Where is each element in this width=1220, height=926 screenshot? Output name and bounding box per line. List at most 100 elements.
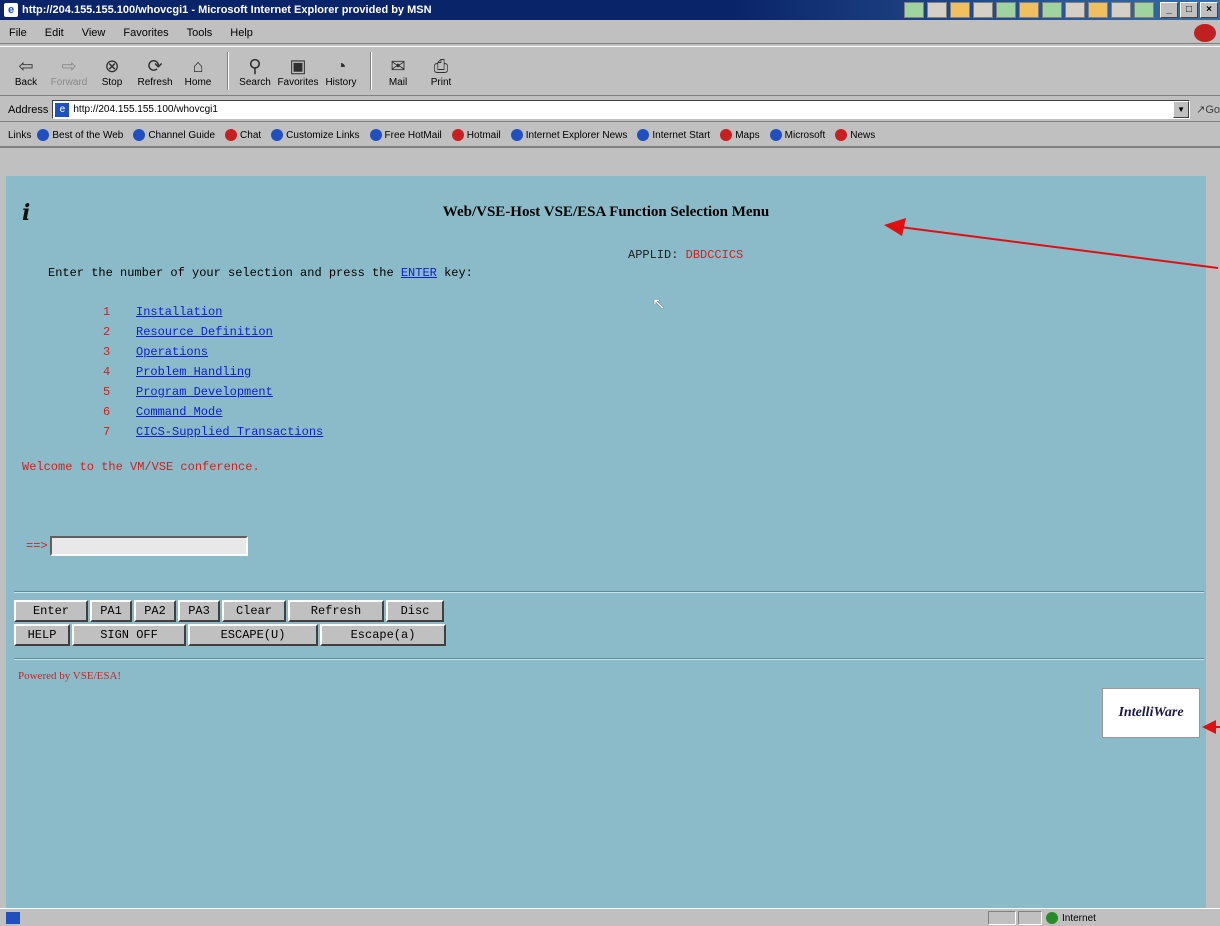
print-button[interactable]: ⎙ Print <box>421 49 461 93</box>
instruction-prefix: Enter the number of your selection and p… <box>48 266 394 280</box>
applid: APPLID: DBDCCICS <box>628 248 743 262</box>
link-channel-guide[interactable]: Channel Guide <box>133 129 215 141</box>
option-link-installation[interactable]: Installation <box>136 302 222 322</box>
maximize-icon[interactable]: □ <box>1180 2 1198 18</box>
menu-help[interactable]: Help <box>221 27 262 39</box>
chevron-down-icon[interactable]: ▼ <box>1173 101 1190 118</box>
taskbar-tray-icons <box>904 2 1154 18</box>
address-url[interactable]: http://204.155.155.100/whovcgi1 <box>73 104 218 115</box>
escape-lower-button[interactable]: Escape(a) <box>320 624 446 646</box>
history-button[interactable]: ◔ History <box>321 49 361 93</box>
menu-file[interactable]: File <box>0 27 36 39</box>
tray-icon[interactable] <box>1088 2 1108 18</box>
option-link-operations[interactable]: Operations <box>136 342 208 362</box>
favorites-button[interactable]: ▣ Favorites <box>277 49 319 93</box>
tray-icon[interactable] <box>1019 2 1039 18</box>
link-hotmail[interactable]: Hotmail <box>451 129 501 141</box>
tray-icon[interactable] <box>996 2 1016 18</box>
go-button[interactable]: ↗Go <box>1196 103 1220 116</box>
refresh-button[interactable]: ⟳ Refresh <box>135 49 175 93</box>
help-button[interactable]: HELP <box>14 624 70 646</box>
address-field[interactable]: e http://204.155.155.100/whovcgi1 ▼ <box>52 100 1191 119</box>
option-link-program-development[interactable]: Program Development <box>136 382 273 402</box>
menu-option: 3 Operations <box>103 342 323 362</box>
option-link-command-mode[interactable]: Command Mode <box>136 402 222 422</box>
link-news[interactable]: News <box>835 129 875 141</box>
forward-label: Forward <box>50 76 88 88</box>
link-best-of-the-web[interactable]: Best of the Web <box>37 129 123 141</box>
links-bar: Links Best of the Web Channel Guide Chat… <box>0 124 1220 148</box>
option-number: 2 <box>103 325 111 339</box>
clear-button[interactable]: Clear <box>222 600 286 622</box>
menu-bar: File Edit View Favorites Tools Help <box>0 22 1220 44</box>
tray-icon[interactable] <box>1111 2 1131 18</box>
msn-icon <box>835 129 848 141</box>
tray-icon[interactable] <box>973 2 993 18</box>
home-icon: ⌂ <box>192 55 204 76</box>
favorites-icon: ▣ <box>289 55 307 76</box>
mail-button[interactable]: ✉ Mail <box>378 49 418 93</box>
powered-by-text: Powered by VSE/ESA! <box>18 670 122 682</box>
ie-logo-icon: e <box>4 3 18 17</box>
menu-favorites[interactable]: Favorites <box>114 27 177 39</box>
refresh-page-button[interactable]: Refresh <box>288 600 384 622</box>
divider <box>14 591 1204 593</box>
link-maps[interactable]: Maps <box>720 129 760 141</box>
sign-off-button[interactable]: SIGN OFF <box>72 624 186 646</box>
ie-page-icon <box>6 911 20 924</box>
close-icon[interactable]: × <box>1200 2 1218 18</box>
link-ie-news[interactable]: Internet Explorer News <box>510 129 628 141</box>
history-icon: ◔ <box>335 55 347 76</box>
mail-icon: ✉ <box>390 55 406 76</box>
tray-icon[interactable] <box>950 2 970 18</box>
address-bar: Address e http://204.155.155.100/whovcgi… <box>0 98 1220 122</box>
minimize-icon[interactable]: _ <box>1160 2 1178 18</box>
menu-view[interactable]: View <box>73 27 115 39</box>
link-chat[interactable]: Chat <box>225 129 261 141</box>
option-link-problem-handling[interactable]: Problem Handling <box>136 362 251 382</box>
menu-edit[interactable]: Edit <box>36 27 73 39</box>
link-label: Internet Explorer News <box>525 129 628 141</box>
option-link-cics-transactions[interactable]: CICS-Supplied Transactions <box>136 422 323 442</box>
link-internet-start[interactable]: Internet Start <box>637 129 710 141</box>
ie-page-icon <box>271 129 284 141</box>
link-customize-links[interactable]: Customize Links <box>271 129 360 141</box>
tray-icon[interactable] <box>1065 2 1085 18</box>
tray-icon[interactable] <box>927 2 947 18</box>
status-pane <box>1018 911 1042 925</box>
page-title: Web/VSE-Host VSE/ESA Function Selection … <box>442 204 770 220</box>
tray-icon[interactable] <box>1134 2 1154 18</box>
search-label: Search <box>239 76 271 88</box>
intelliware-logo[interactable]: IntelliWare <box>1102 688 1200 738</box>
pa3-button[interactable]: PA3 <box>178 600 220 622</box>
favorites-label: Favorites <box>277 76 319 88</box>
link-free-hotmail[interactable]: Free HotMail <box>369 129 442 141</box>
tray-icon[interactable] <box>1042 2 1062 18</box>
disc-button[interactable]: Disc <box>386 600 444 622</box>
enter-button[interactable]: Enter <box>14 600 88 622</box>
back-button[interactable]: ⇦ Back <box>6 49 46 93</box>
pa1-button[interactable]: PA1 <box>90 600 132 622</box>
status-bar: Internet <box>0 908 1220 926</box>
command-input[interactable] <box>49 536 248 556</box>
ie-page-icon <box>133 129 146 141</box>
pf-keys-row-2: HELP SIGN OFF ESCAPE(U) Escape(a) <box>14 624 446 646</box>
home-button[interactable]: ⌂ Home <box>178 49 218 93</box>
command-line: ==> <box>26 536 248 556</box>
home-label: Home <box>184 76 212 88</box>
menu-option: 1 Installation <box>103 302 323 322</box>
link-label: News <box>850 129 876 141</box>
search-button[interactable]: ⚲ Search <box>235 49 275 93</box>
enter-link[interactable]: ENTER <box>401 266 437 280</box>
pa2-button[interactable]: PA2 <box>134 600 176 622</box>
logo-text: IntelliWare <box>1118 705 1184 720</box>
tray-icon[interactable] <box>904 2 924 18</box>
stop-button[interactable]: ⊗ Stop <box>92 49 132 93</box>
menu-tools[interactable]: Tools <box>178 27 222 39</box>
option-link-resource-definition[interactable]: Resource Definition <box>136 322 273 342</box>
mouse-pointer-icon: ↖ <box>652 296 666 313</box>
forward-button[interactable]: ⇨ Forward <box>49 49 89 93</box>
link-microsoft[interactable]: Microsoft <box>769 129 825 141</box>
escape-upper-button[interactable]: ESCAPE(U) <box>188 624 318 646</box>
option-number: 4 <box>103 365 111 379</box>
